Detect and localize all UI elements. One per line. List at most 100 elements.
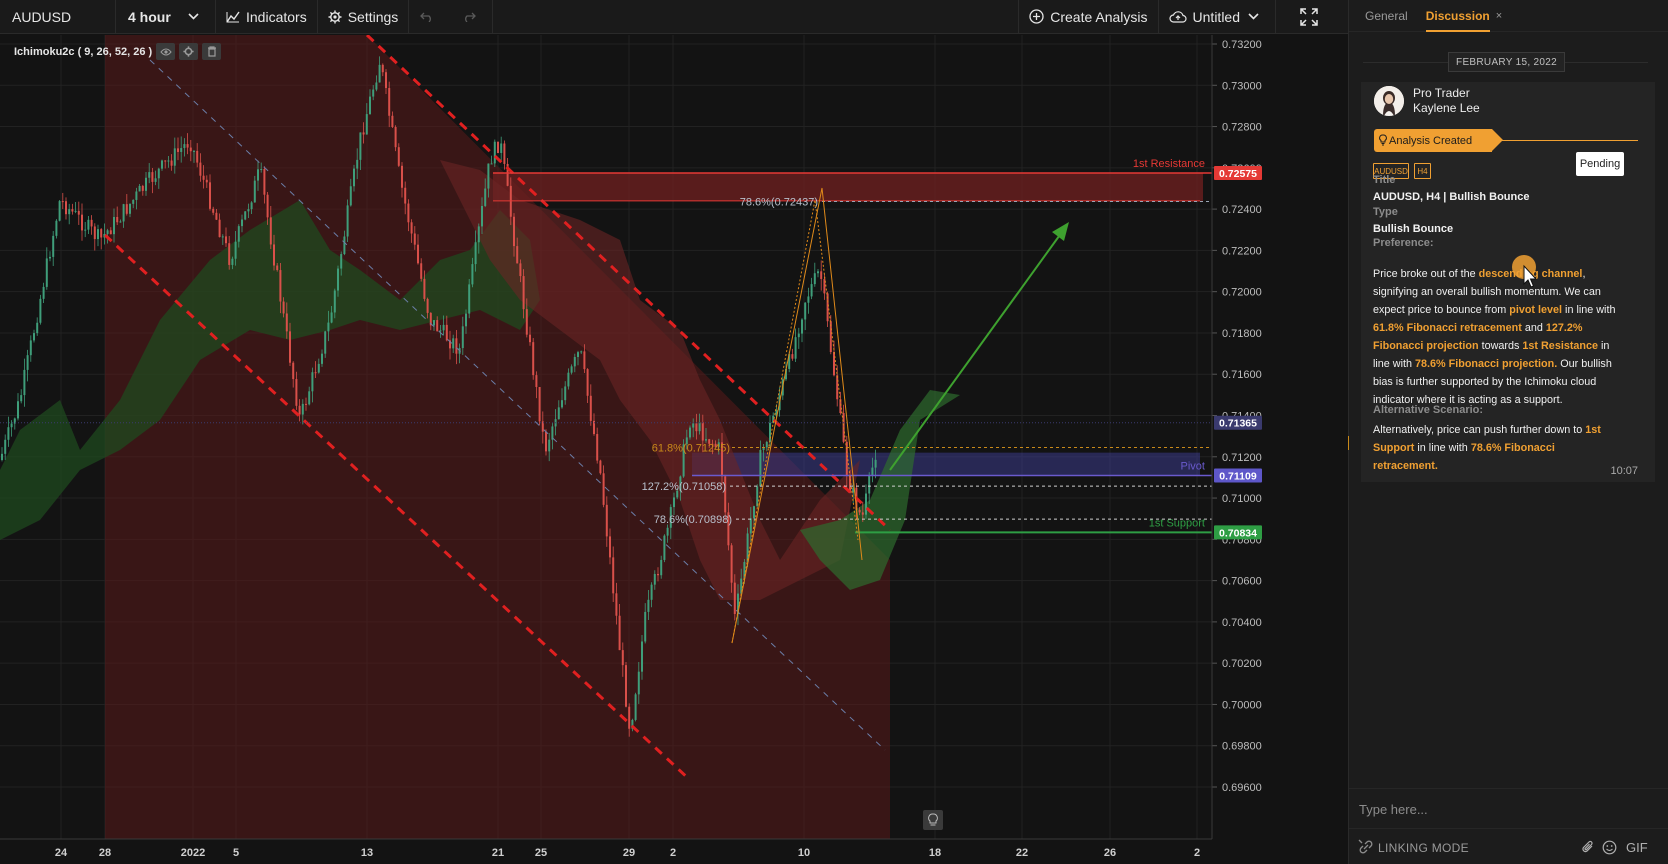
- candle-body: [817, 271, 819, 274]
- candle-body: [77, 210, 80, 215]
- candle-body: [311, 372, 314, 392]
- plus-circle-icon: [1029, 9, 1044, 24]
- candle-body: [433, 320, 435, 326]
- candle-body: [468, 284, 471, 314]
- chart-area[interactable]: 1st Resistance Pivot 1st Support 78.6%(0.72…: [0, 35, 1348, 864]
- y-tick-label: 0.72400: [1222, 204, 1262, 216]
- fullscreen-button[interactable]: [1276, 0, 1348, 34]
- price-chart[interactable]: 1st ResistancePivot1st Support78.6%(0.72…: [0, 35, 1348, 864]
- candle-body: [705, 439, 707, 441]
- paperclip-icon[interactable]: [1581, 840, 1595, 854]
- candle-body: [97, 229, 99, 240]
- gif-button[interactable]: GIF: [1626, 840, 1648, 855]
- undo-button[interactable]: [409, 0, 451, 34]
- y-tick-label: 0.71000: [1222, 493, 1262, 505]
- candle-body: [221, 236, 224, 238]
- chart-idea-button[interactable]: [923, 810, 943, 830]
- close-icon[interactable]: ×: [1496, 10, 1502, 22]
- candle-body: [525, 309, 528, 335]
- candle-body: [343, 236, 346, 255]
- candle-body: [695, 423, 698, 432]
- emoji-icon[interactable]: [1602, 840, 1617, 855]
- level-label: Pivot: [1181, 461, 1205, 473]
- candle-body: [567, 372, 570, 387]
- candle-body: [500, 143, 503, 153]
- message-input[interactable]: [1359, 798, 1649, 820]
- candle-body: [490, 163, 493, 165]
- symbol-label: AUDUSD: [12, 8, 72, 25]
- create-analysis-button[interactable]: Create Analysis: [1018, 0, 1159, 34]
- candle-body: [765, 441, 768, 448]
- candle-body: [148, 172, 151, 178]
- candle-body: [753, 506, 755, 519]
- indicators-button[interactable]: Indicators: [216, 0, 318, 34]
- candle-body: [580, 351, 583, 353]
- interval-dropdown[interactable]: 4 hour: [116, 0, 216, 34]
- candle-body: [858, 509, 861, 513]
- candle-body: [634, 694, 637, 720]
- candle-body: [100, 229, 103, 238]
- gear-icon: [328, 10, 342, 23]
- tab-general[interactable]: General: [1365, 9, 1408, 23]
- tab-discussion-label: Discussion: [1425, 8, 1490, 23]
- x-tick-label: 13: [361, 847, 373, 859]
- candle-body: [644, 611, 647, 642]
- candle-body: [122, 204, 125, 222]
- candle-body: [385, 72, 387, 89]
- candle-body: [84, 229, 87, 231]
- candle-body: [282, 301, 285, 314]
- candle-body: [55, 220, 58, 236]
- candle-body: [586, 369, 589, 396]
- candle-body: [129, 203, 131, 214]
- title-value: AUDUSD, H4 | Bullish Bounce: [1373, 191, 1530, 203]
- x-tick-label: 25: [535, 847, 547, 859]
- trash-icon[interactable]: [202, 43, 222, 60]
- price-label: 0.71109: [1219, 471, 1257, 483]
- candle-body: [10, 423, 13, 428]
- candle-body: [161, 160, 163, 169]
- candle-body: [845, 441, 848, 476]
- candle-body: [231, 258, 234, 265]
- candle-body: [756, 486, 759, 507]
- candle-body: [628, 706, 631, 729]
- candle-body: [285, 313, 288, 332]
- candle-body: [733, 582, 736, 614]
- ichimoku-cloud-future: [800, 390, 960, 590]
- tab-discussion[interactable]: Discussion: [1425, 0, 1490, 32]
- type-value: Bullish Bounce: [1373, 223, 1454, 235]
- candle-body: [413, 233, 416, 245]
- candle-body: [20, 395, 23, 402]
- gear-icon[interactable]: [179, 43, 199, 60]
- cloud-upload-icon: [1168, 11, 1187, 23]
- candle-body: [452, 338, 455, 349]
- settings-button[interactable]: Settings: [318, 0, 410, 34]
- candle-body: [81, 214, 83, 231]
- candle-body: [749, 518, 752, 534]
- candle-body: [797, 333, 800, 338]
- linking-mode-label[interactable]: LINKING MODE: [1378, 841, 1469, 855]
- candle-body: [618, 615, 621, 651]
- layout-dropdown[interactable]: Untitled: [1159, 0, 1276, 34]
- avatar[interactable]: [1374, 86, 1404, 116]
- symbol-selector[interactable]: AUDUSD: [0, 0, 116, 34]
- candle-body: [215, 212, 218, 220]
- x-tick-label: 5: [233, 847, 239, 859]
- candle-body: [145, 177, 147, 191]
- y-tick-label: 0.71200: [1222, 452, 1262, 464]
- candle-body: [375, 82, 378, 90]
- candle-body: [589, 395, 592, 421]
- redo-button[interactable]: [451, 0, 494, 34]
- candle-body: [535, 375, 538, 388]
- eye-icon[interactable]: [156, 43, 176, 60]
- candle-body: [157, 168, 160, 179]
- candle-body: [253, 180, 256, 203]
- candle-body: [557, 407, 560, 420]
- candle-body: [337, 268, 339, 291]
- candle-body: [17, 401, 19, 419]
- y-tick-label: 0.70200: [1222, 658, 1262, 670]
- message-time: 10:07: [1610, 465, 1638, 477]
- interval-label: 4 hour: [128, 8, 171, 25]
- date-separator: FEBRUARY 15, 2022: [1448, 52, 1565, 72]
- link-icon[interactable]: [1358, 839, 1374, 855]
- y-tick-label: 0.70400: [1222, 617, 1262, 629]
